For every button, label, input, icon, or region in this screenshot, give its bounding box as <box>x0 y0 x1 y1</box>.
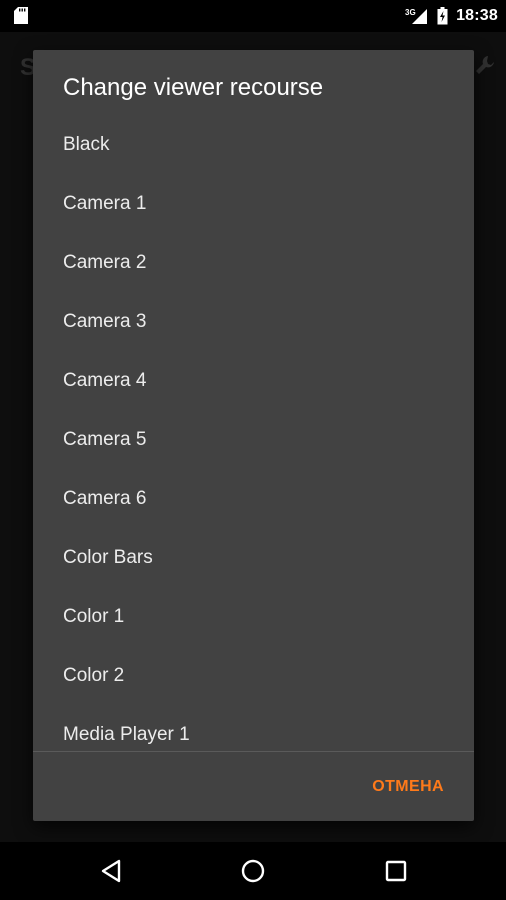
list-item[interactable]: Camera 2 <box>33 233 474 292</box>
cancel-button[interactable]: ОТМЕНА <box>372 778 444 796</box>
back-icon[interactable] <box>98 857 126 885</box>
recents-icon[interactable] <box>382 857 410 885</box>
source-list[interactable]: Black Camera 1 Camera 2 Camera 3 Camera … <box>33 115 474 750</box>
list-item[interactable]: Camera 6 <box>33 469 474 528</box>
battery-charging-icon <box>437 7 448 25</box>
list-item[interactable]: Black <box>33 115 474 174</box>
list-item[interactable]: Color 1 <box>33 587 474 646</box>
dialog-divider <box>33 751 474 752</box>
home-icon[interactable] <box>239 857 267 885</box>
list-item[interactable]: Media Player 1 <box>33 705 474 750</box>
signal-3g-icon: 3G <box>405 8 428 24</box>
status-bar: 3G 18:38 <box>0 0 506 32</box>
sd-card-icon <box>14 7 28 24</box>
screen: 3G 18:38 S Change viewer recourse Black … <box>0 0 506 900</box>
list-item[interactable]: Camera 1 <box>33 174 474 233</box>
status-right: 3G 18:38 <box>405 0 498 32</box>
list-item[interactable]: Color Bars <box>33 528 474 587</box>
list-item[interactable]: Camera 3 <box>33 292 474 351</box>
status-time: 18:38 <box>456 7 498 24</box>
change-source-dialog: Change viewer recourse Black Camera 1 Ca… <box>33 50 474 821</box>
svg-text:3G: 3G <box>405 8 416 17</box>
list-item[interactable]: Camera 5 <box>33 410 474 469</box>
dialog-title: Change viewer recourse <box>63 74 324 101</box>
list-item[interactable]: Camera 4 <box>33 351 474 410</box>
navigation-bar <box>0 842 506 900</box>
list-item[interactable]: Color 2 <box>33 646 474 705</box>
